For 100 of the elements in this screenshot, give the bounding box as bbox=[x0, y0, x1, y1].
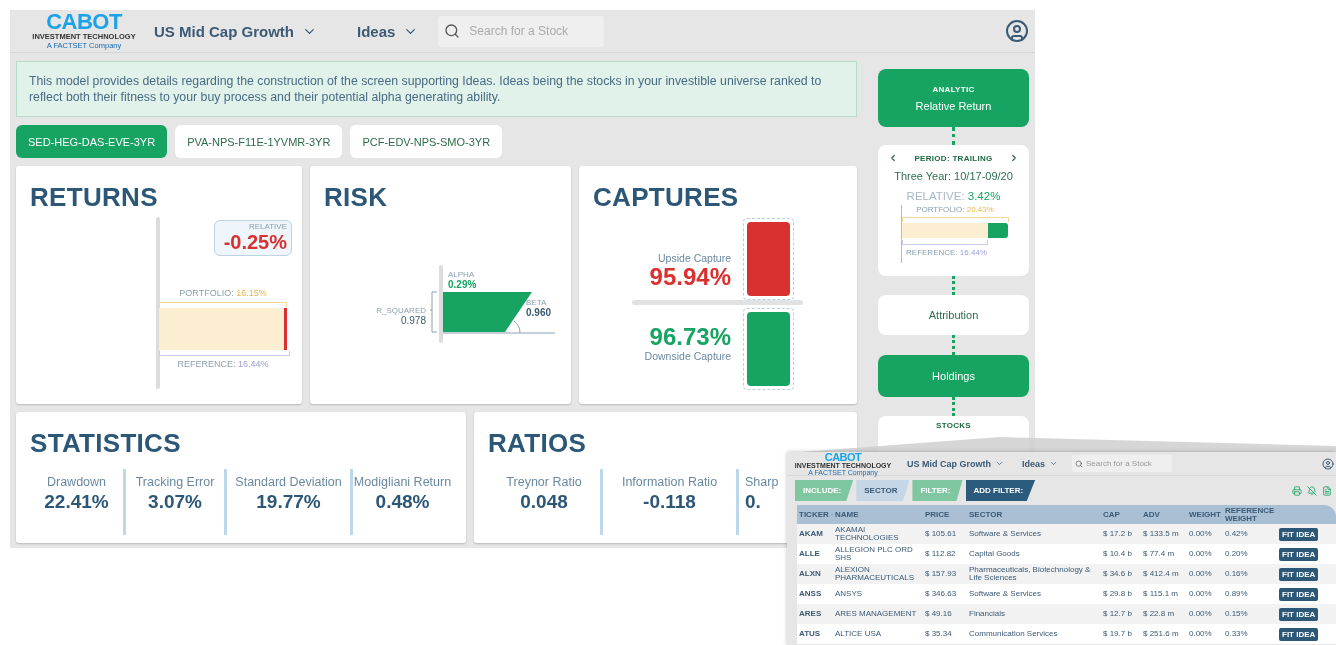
filter-chip[interactable]: ADD FILTER: bbox=[965, 480, 1036, 501]
table-cell-text: Financials bbox=[968, 609, 1006, 619]
table-cell-text: ATUS bbox=[798, 629, 822, 639]
upside-capture-label: Upside Capture bbox=[657, 252, 731, 265]
previous-icon[interactable] bbox=[888, 153, 898, 163]
user-account-icon[interactable] bbox=[1005, 19, 1029, 43]
table-cell-text: ARES bbox=[798, 609, 823, 619]
column-header[interactable]: WEIGHT bbox=[1187, 510, 1223, 519]
alpha-value: 0.29% bbox=[448, 279, 477, 291]
stat-label: Treynor Ratio bbox=[506, 475, 582, 489]
table-cell-text: $ 133.5 m bbox=[1142, 529, 1180, 539]
upside-capture-value: 95.94% bbox=[648, 264, 731, 291]
r-squared-bracket bbox=[430, 291, 438, 333]
table-cell-text: $ 412.4 m bbox=[1142, 569, 1180, 579]
alpha-label: ALPHA bbox=[448, 270, 476, 280]
r-squared-label: R_SQUARED bbox=[375, 306, 426, 316]
stat-label: Standard Deviation bbox=[235, 475, 342, 489]
table-cell-text: $ 19.7 b bbox=[1102, 629, 1133, 639]
user-account-icon[interactable] bbox=[1322, 457, 1334, 470]
stat-value: 3.07% bbox=[148, 491, 202, 513]
card-title: STATISTICS bbox=[30, 428, 182, 459]
stat-label: Sharp bbox=[745, 475, 779, 489]
table-cell-text: Capital Goods bbox=[968, 549, 1021, 559]
downside-capture-value: 96.73% bbox=[648, 324, 731, 351]
model-tab[interactable]: PVA-NPS-F11E-1YVMR-3YR bbox=[175, 125, 343, 158]
table-cell-text: ANSYS bbox=[834, 589, 864, 599]
fit-idea-button[interactable]: FIT IDEA bbox=[1279, 607, 1319, 621]
table-cell-text: $ 112.82 bbox=[924, 549, 957, 559]
fit-idea-button[interactable]: FIT IDEA bbox=[1279, 587, 1319, 601]
chevron-down-icon bbox=[1049, 459, 1058, 468]
stat-label: Modigliani Return bbox=[353, 475, 452, 489]
view-dropdown[interactable]: Ideas bbox=[1022, 458, 1058, 469]
table-cell-text: $ 49.16 bbox=[924, 609, 953, 619]
table-cell-text: Communication Services bbox=[968, 629, 1059, 639]
column-header[interactable]: CAP bbox=[1101, 510, 1141, 519]
model-tab[interactable]: PCF-EDV-NPS-SMO-3YR bbox=[350, 125, 503, 158]
model-dropdown[interactable]: US Mid Cap Growth bbox=[907, 458, 1004, 469]
stat-value: 0. bbox=[745, 491, 761, 513]
table-cell-text: $ 77.4 m bbox=[1142, 549, 1176, 559]
table-cell-text: 0.33% bbox=[1224, 629, 1249, 639]
stat-value: 19.77% bbox=[256, 491, 321, 513]
search-field[interactable]: Search for a Stock bbox=[438, 15, 605, 47]
column-header[interactable]: TICKER bbox=[797, 510, 833, 519]
table-cell-text: $ 34.6 b bbox=[1102, 569, 1133, 579]
table-cell-text: ARES MANAGEMENT bbox=[834, 609, 918, 619]
table-cell-text: 0.00% bbox=[1188, 609, 1213, 619]
column-header[interactable]: PRICE bbox=[923, 510, 967, 519]
table-cell-text: $ 10.4 b bbox=[1102, 549, 1133, 559]
table-cell-text: 0.00% bbox=[1188, 629, 1213, 639]
model-tab[interactable]: SED-HEG-DAS-EVE-3YR bbox=[16, 125, 168, 158]
reference-label: REFERENCE: 16.44% bbox=[905, 248, 988, 258]
filter-chip[interactable]: SECTOR bbox=[856, 480, 910, 501]
stat-value: 0.48% bbox=[375, 491, 430, 513]
period-caption: PERIOD: TRAILING bbox=[914, 153, 993, 163]
column-header[interactable]: ADV bbox=[1141, 510, 1187, 519]
stat-value: 22.41% bbox=[44, 491, 109, 513]
view-dropdown[interactable]: Ideas bbox=[357, 22, 419, 40]
table-cell-text: $ 12.7 b bbox=[1102, 609, 1133, 619]
table-cell-text: $ 22.8 m bbox=[1142, 609, 1176, 619]
table-cell-text: ALEXION PHARMACEUTICALS bbox=[834, 565, 916, 583]
table-cell-text: 0.20% bbox=[1224, 549, 1249, 559]
card-title: RISK bbox=[324, 182, 389, 213]
table-cell-text: 0.00% bbox=[1188, 569, 1213, 579]
downside-capture-label: Downside Capture bbox=[643, 350, 731, 363]
column-header[interactable]: NAME bbox=[833, 510, 923, 519]
card-title: CAPTURES bbox=[593, 182, 740, 213]
fit-idea-button[interactable]: FIT IDEA bbox=[1279, 627, 1319, 641]
stat-value: -0.118 bbox=[643, 491, 696, 513]
table-cell-text: $ 29.8 b bbox=[1102, 589, 1133, 599]
relative-value: -0.25% bbox=[222, 231, 287, 254]
step-card[interactable]: Holdings bbox=[878, 355, 1029, 397]
fit-idea-button[interactable]: FIT IDEA bbox=[1279, 527, 1319, 541]
next-icon[interactable] bbox=[1009, 153, 1019, 163]
table-cell-text: ALLE bbox=[798, 549, 821, 559]
reference-label: REFERENCE: 16.44% bbox=[176, 359, 270, 370]
table-cell-text: Software & Services bbox=[968, 589, 1043, 599]
table-cell-text: 0.15% bbox=[1224, 609, 1249, 619]
table-cell-text: 0.16% bbox=[1224, 569, 1249, 579]
portfolio-label: PORTFOLIO: 20.43% bbox=[915, 205, 995, 215]
stat-label: Tracking Error bbox=[135, 475, 215, 489]
step-card[interactable]: Attribution bbox=[878, 295, 1029, 335]
search-field[interactable]: Search for a Stock bbox=[1072, 455, 1172, 472]
table-cell-text: Software & Services bbox=[968, 529, 1043, 539]
model-dropdown[interactable]: US Mid Cap Growth bbox=[154, 22, 317, 40]
stat-label: Drawdown bbox=[46, 475, 107, 489]
logo-text: CABOT bbox=[46, 12, 122, 32]
fit-idea-button[interactable]: FIT IDEA bbox=[1279, 567, 1319, 581]
column-header[interactable]: SECTOR bbox=[967, 510, 1101, 519]
table-cell-text: $ 35.34 bbox=[924, 629, 953, 639]
table-cell-text: 0.00% bbox=[1188, 529, 1213, 539]
table-cell-text: 0.89% bbox=[1224, 589, 1249, 599]
fit-idea-button[interactable]: FIT IDEA bbox=[1279, 547, 1319, 561]
stat-label: Information Ratio bbox=[621, 475, 718, 489]
table-cell-text: ANSS bbox=[798, 589, 823, 599]
column-header[interactable]: REFERENCE WEIGHT bbox=[1223, 506, 1279, 523]
step-card[interactable]: ANALYTIC Relative Return bbox=[878, 69, 1029, 127]
table-cell-text: $ 17.2 b bbox=[1102, 529, 1133, 539]
difference-bar bbox=[284, 308, 287, 350]
chart-axis bbox=[900, 205, 902, 263]
table-cell-text: ALLEGION PLC ORD SHS bbox=[834, 545, 914, 563]
